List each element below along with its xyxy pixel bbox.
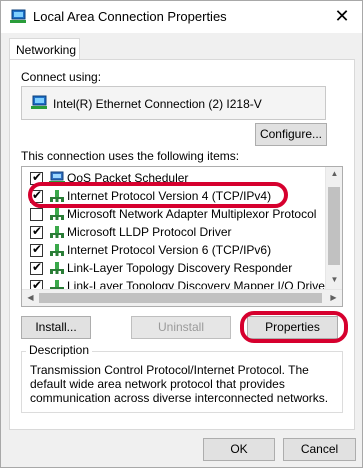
scroll-left-icon[interactable]: ◀ bbox=[22, 293, 39, 302]
items-list[interactable]: ✔ QoS Packet Scheduler ✔ Internet Protocol … bbox=[21, 166, 343, 307]
vertical-scrollbar[interactable]: ▲ ▼ bbox=[325, 167, 342, 289]
list-item[interactable]: ✔ Internet Protocol Version 4 (TCP/IPv4) bbox=[22, 187, 332, 205]
network-adapter-icon bbox=[30, 95, 48, 111]
items-label: This connection uses the following items… bbox=[21, 149, 240, 163]
list-item[interactable]: Microsoft Network Adapter Multiplexor Pr… bbox=[22, 205, 332, 223]
item-checkbox[interactable]: ✔ bbox=[30, 170, 43, 185]
title-bar[interactable]: Local Area Connection Properties ✕ bbox=[1, 1, 362, 33]
horizontal-scrollbar[interactable]: ◀ ▶ bbox=[22, 289, 342, 306]
list-item-label: Internet Protocol Version 4 (TCP/IPv4) bbox=[67, 189, 272, 203]
window-title: Local Area Connection Properties bbox=[33, 9, 227, 24]
list-item[interactable]: ✔ Microsoft LLDP Protocol Driver bbox=[22, 223, 332, 241]
configure-button[interactable]: Configure... bbox=[255, 123, 327, 146]
horizontal-scroll-thumb[interactable] bbox=[39, 293, 322, 303]
properties-dialog: Local Area Connection Properties ✕ Netwo… bbox=[0, 0, 363, 468]
list-item-label: Microsoft LLDP Protocol Driver bbox=[67, 225, 232, 239]
checkmark-icon: ✔ bbox=[32, 260, 43, 274]
adapter-field: Intel(R) Ethernet Connection (2) I218-V bbox=[21, 86, 326, 120]
item-checkbox[interactable] bbox=[30, 208, 43, 221]
close-icon[interactable]: ✕ bbox=[330, 4, 354, 28]
list-item-label: Link-Layer Topology Discovery Responder bbox=[67, 261, 293, 275]
checkmark-icon: ✔ bbox=[32, 188, 43, 202]
adapter-name: Intel(R) Ethernet Connection (2) I218-V bbox=[53, 97, 262, 111]
properties-button[interactable]: Properties bbox=[247, 316, 338, 339]
tab-networking[interactable]: Networking bbox=[9, 38, 80, 60]
list-item[interactable]: ✔ Internet Protocol Version 6 (TCP/IPv6) bbox=[22, 241, 332, 259]
list-item[interactable]: ✔ QoS Packet Scheduler bbox=[22, 169, 332, 187]
list-item-label: Internet Protocol Version 6 (TCP/IPv6) bbox=[67, 243, 272, 257]
network-adapter-icon bbox=[9, 9, 27, 25]
list-item-label: Microsoft Network Adapter Multiplexor Pr… bbox=[67, 207, 317, 221]
network-protocol-icon bbox=[49, 189, 65, 203]
qos-scheduler-icon bbox=[49, 171, 65, 185]
scroll-up-icon[interactable]: ▲ bbox=[326, 169, 342, 178]
list-item[interactable]: ✔ Link-Layer Topology Discovery Responder bbox=[22, 259, 332, 277]
network-protocol-icon bbox=[49, 243, 65, 257]
network-protocol-icon bbox=[49, 225, 65, 239]
network-protocol-icon bbox=[49, 207, 65, 221]
description-text: Transmission Control Protocol/Internet P… bbox=[30, 363, 329, 405]
list-item-label: QoS Packet Scheduler bbox=[67, 171, 189, 185]
connect-using-label: Connect using: bbox=[21, 70, 102, 84]
item-checkbox[interactable]: ✔ bbox=[30, 260, 43, 275]
vertical-scroll-thumb[interactable] bbox=[328, 187, 340, 265]
network-protocol-icon bbox=[49, 261, 65, 275]
scroll-down-icon[interactable]: ▼ bbox=[326, 275, 342, 284]
description-legend: Description bbox=[26, 343, 93, 357]
checkmark-icon: ✔ bbox=[32, 170, 43, 184]
cancel-button[interactable]: Cancel bbox=[283, 438, 356, 461]
item-checkbox[interactable]: ✔ bbox=[30, 224, 43, 239]
description-group: Description Transmission Control Protoco… bbox=[21, 343, 343, 413]
checkmark-icon: ✔ bbox=[32, 224, 43, 238]
scroll-right-icon[interactable]: ▶ bbox=[325, 293, 342, 302]
item-checkbox[interactable]: ✔ bbox=[30, 242, 43, 257]
uninstall-button[interactable]: Uninstall bbox=[131, 316, 231, 339]
item-checkbox[interactable]: ✔ bbox=[30, 188, 43, 203]
ok-button[interactable]: OK bbox=[203, 438, 275, 461]
install-button[interactable]: Install... bbox=[21, 316, 91, 339]
checkmark-icon: ✔ bbox=[32, 242, 43, 256]
